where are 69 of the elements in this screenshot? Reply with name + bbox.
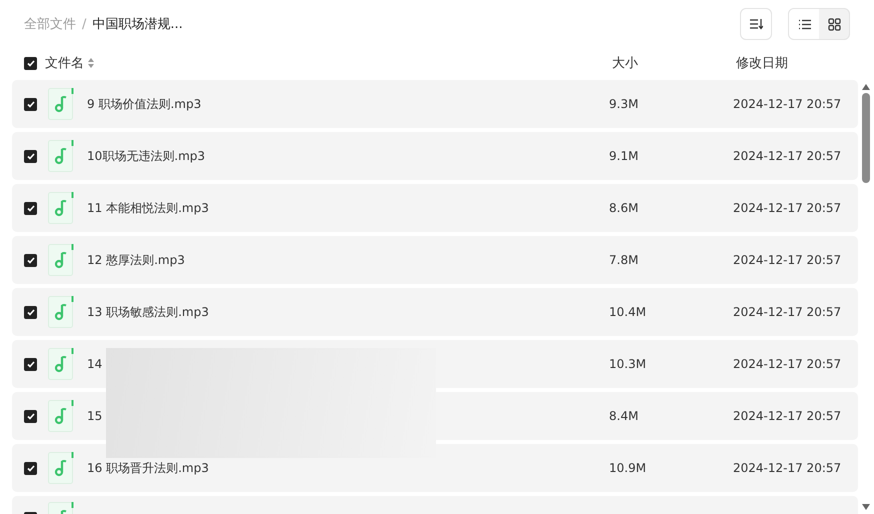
file-size: 9.1M xyxy=(609,149,640,163)
file-size: 10.4M xyxy=(609,305,648,319)
row-checkbox[interactable] xyxy=(24,98,37,110)
file-name: 12 憨厚法则.mp3 xyxy=(87,252,185,268)
file-name: 11 本能相悦法则.mp3 xyxy=(87,200,209,216)
select-all-checkbox[interactable] xyxy=(24,56,37,70)
audio-file-icon xyxy=(48,452,74,484)
modified-date: 2024-12-17 20:57 xyxy=(733,461,842,475)
file-name: 9 职场价值法则.mp3 xyxy=(87,96,202,112)
column-header: 修改日期 xyxy=(735,55,788,72)
row-checkbox[interactable] xyxy=(24,358,37,370)
checkmark-icon xyxy=(26,256,34,264)
current-folder: 中国职场潜规... xyxy=(92,16,183,33)
file-name: 16 职场晋升法则.mp3 xyxy=(87,460,209,476)
row-checkbox[interactable] xyxy=(24,150,37,162)
file-row[interactable]: 12 憨厚法则.mp3 7.8M 2024-12-17 20:57 xyxy=(12,236,858,284)
file-size: 7.8M xyxy=(609,253,640,267)
modified-date: 2024-12-17 20:57 xyxy=(733,305,842,319)
modified-date: 2024-12-17 20:57 xyxy=(733,97,842,111)
breadcrumb-separator: / xyxy=(82,16,86,32)
audio-file-icon xyxy=(48,244,74,276)
modified-date: 2024-12-17 20:57 xyxy=(733,253,842,267)
checkmark-icon xyxy=(26,60,34,66)
row-checkbox[interactable] xyxy=(24,202,37,214)
audio-file-icon xyxy=(48,296,74,328)
checkmark-icon xyxy=(26,152,34,160)
column-header: 大小 xyxy=(611,55,639,72)
audio-file-icon xyxy=(48,140,74,172)
row-checkbox[interactable] xyxy=(24,410,37,422)
modified-date: 2024-12-17 20:57 xyxy=(733,409,842,423)
audio-file-icon xyxy=(48,192,74,224)
file-name: 15 xyxy=(87,409,102,423)
column-header[interactable]: 文件名 xyxy=(45,54,84,72)
file-row[interactable]: 10职场无违法则.mp3 9.1M 2024-12-17 20:57 xyxy=(12,132,858,180)
audio-file-icon xyxy=(48,88,74,120)
modified-date: 2024-12-17 20:57 xyxy=(733,201,842,215)
sort-button[interactable] xyxy=(740,8,772,40)
file-name: 14 xyxy=(87,357,102,371)
file-size: 8.4M xyxy=(609,409,640,423)
scroll-down-icon[interactable] xyxy=(862,504,870,510)
list-icon xyxy=(798,18,810,30)
checkmark-icon xyxy=(26,464,34,472)
modified-date: 2024-12-17 20:57 xyxy=(733,357,842,371)
audio-file-icon xyxy=(48,400,74,432)
file-size: 10.3M xyxy=(609,357,648,371)
checkmark-icon xyxy=(26,100,34,108)
row-checkbox[interactable] xyxy=(24,306,37,318)
file-name: 13 职场敏感法则.mp3 xyxy=(87,304,209,320)
checkmark-icon xyxy=(26,360,34,368)
checkmark-icon xyxy=(26,204,34,212)
sort-icon xyxy=(749,18,763,30)
scrollbar-thumb[interactable] xyxy=(862,93,870,183)
checkmark-icon xyxy=(26,412,34,420)
row-checkbox[interactable] xyxy=(24,254,37,266)
audio-file-icon xyxy=(48,348,74,380)
sort-icon[interactable] xyxy=(88,58,94,68)
file-size: 8.6M xyxy=(609,201,640,215)
file-row[interactable]: 9 职场价值法则.mp3 9.3M 2024-12-17 20:57 xyxy=(12,80,858,128)
file-name: 10职场无违法则.mp3 xyxy=(87,148,206,164)
row-checkbox[interactable] xyxy=(24,462,37,474)
file-size: 9.3M xyxy=(609,97,640,111)
scroll-up-icon[interactable] xyxy=(862,84,870,90)
list-view-button[interactable] xyxy=(789,9,819,39)
modified-date: 2024-12-17 20:57 xyxy=(733,149,842,163)
file-row[interactable]: 11 本能相悦法则.mp3 8.6M 2024-12-17 20:57 xyxy=(12,184,858,232)
file-size: 10.9M xyxy=(609,461,648,475)
checkmark-icon xyxy=(26,308,34,316)
grid-icon xyxy=(828,18,840,30)
file-row[interactable]: 13 职场敏感法则.mp3 10.4M 2024-12-17 20:57 xyxy=(12,288,858,336)
